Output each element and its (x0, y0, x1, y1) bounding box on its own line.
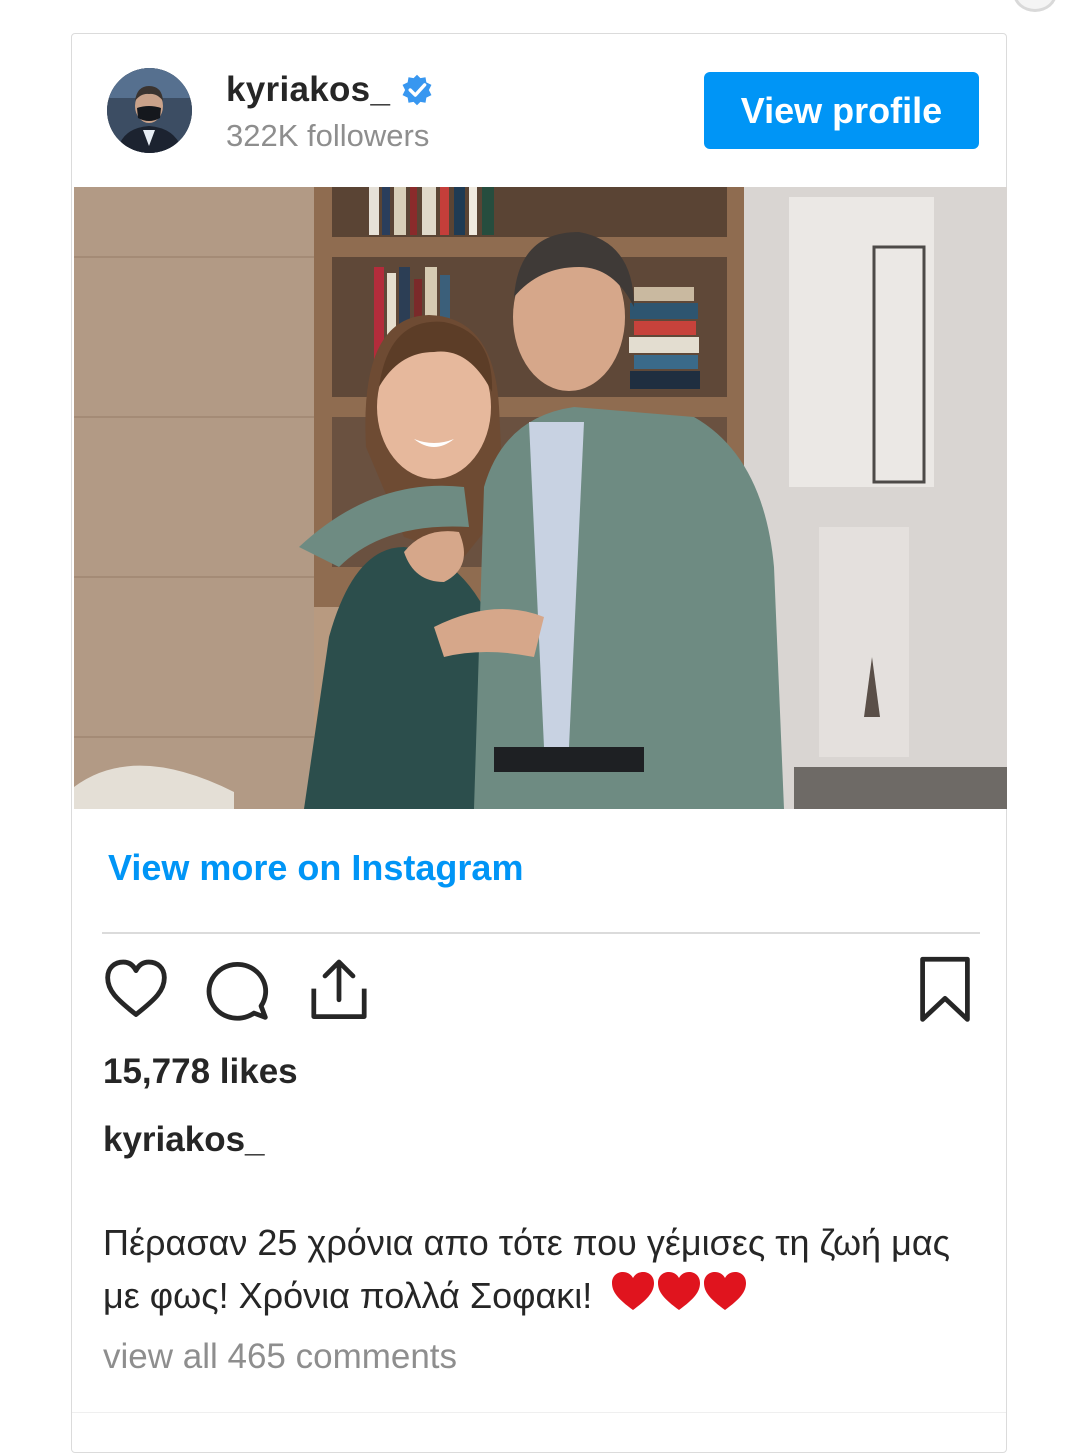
post-photo-image (74, 187, 1007, 809)
verified-badge-icon (402, 74, 432, 106)
floating-scroll-indicator (1013, 0, 1057, 12)
view-profile-button[interactable]: View profile (704, 72, 979, 149)
like-count[interactable]: 15,778 likes (103, 1052, 298, 1092)
caption-username[interactable]: kyriakos_ (103, 1120, 265, 1160)
red-heart-emojis-icon (612, 1272, 747, 1310)
comment-bubble-icon[interactable] (203, 955, 271, 1023)
section-divider (102, 932, 980, 934)
card-bottom-divider (72, 1412, 1006, 1413)
view-all-comments-link[interactable]: view all 465 comments (103, 1337, 457, 1377)
bookmark-icon[interactable] (917, 955, 973, 1025)
post-username[interactable]: kyriakos_ (226, 70, 390, 110)
post-photo[interactable] (74, 187, 1007, 809)
share-icon[interactable] (305, 955, 373, 1025)
view-more-link[interactable]: View more on Instagram (108, 847, 523, 889)
instagram-embed-card: kyriakos_ 322K followers View profile Vi… (71, 33, 1007, 1453)
profile-avatar[interactable] (107, 68, 192, 153)
heart-icon[interactable] (102, 955, 170, 1023)
post-header: kyriakos_ 322K followers View profile (72, 34, 1006, 187)
follower-count: 322K followers (226, 118, 430, 153)
username-row: kyriakos_ (226, 70, 434, 110)
post-caption: Πέρασαν 25 χρόνια απο τότε που γέμισες τ… (103, 1218, 993, 1327)
heart-emoji-group: ❤❤❤ (610, 1268, 748, 1327)
caption-text: Πέρασαν 25 χρόνια απο τότε που γέμισες τ… (103, 1222, 950, 1316)
